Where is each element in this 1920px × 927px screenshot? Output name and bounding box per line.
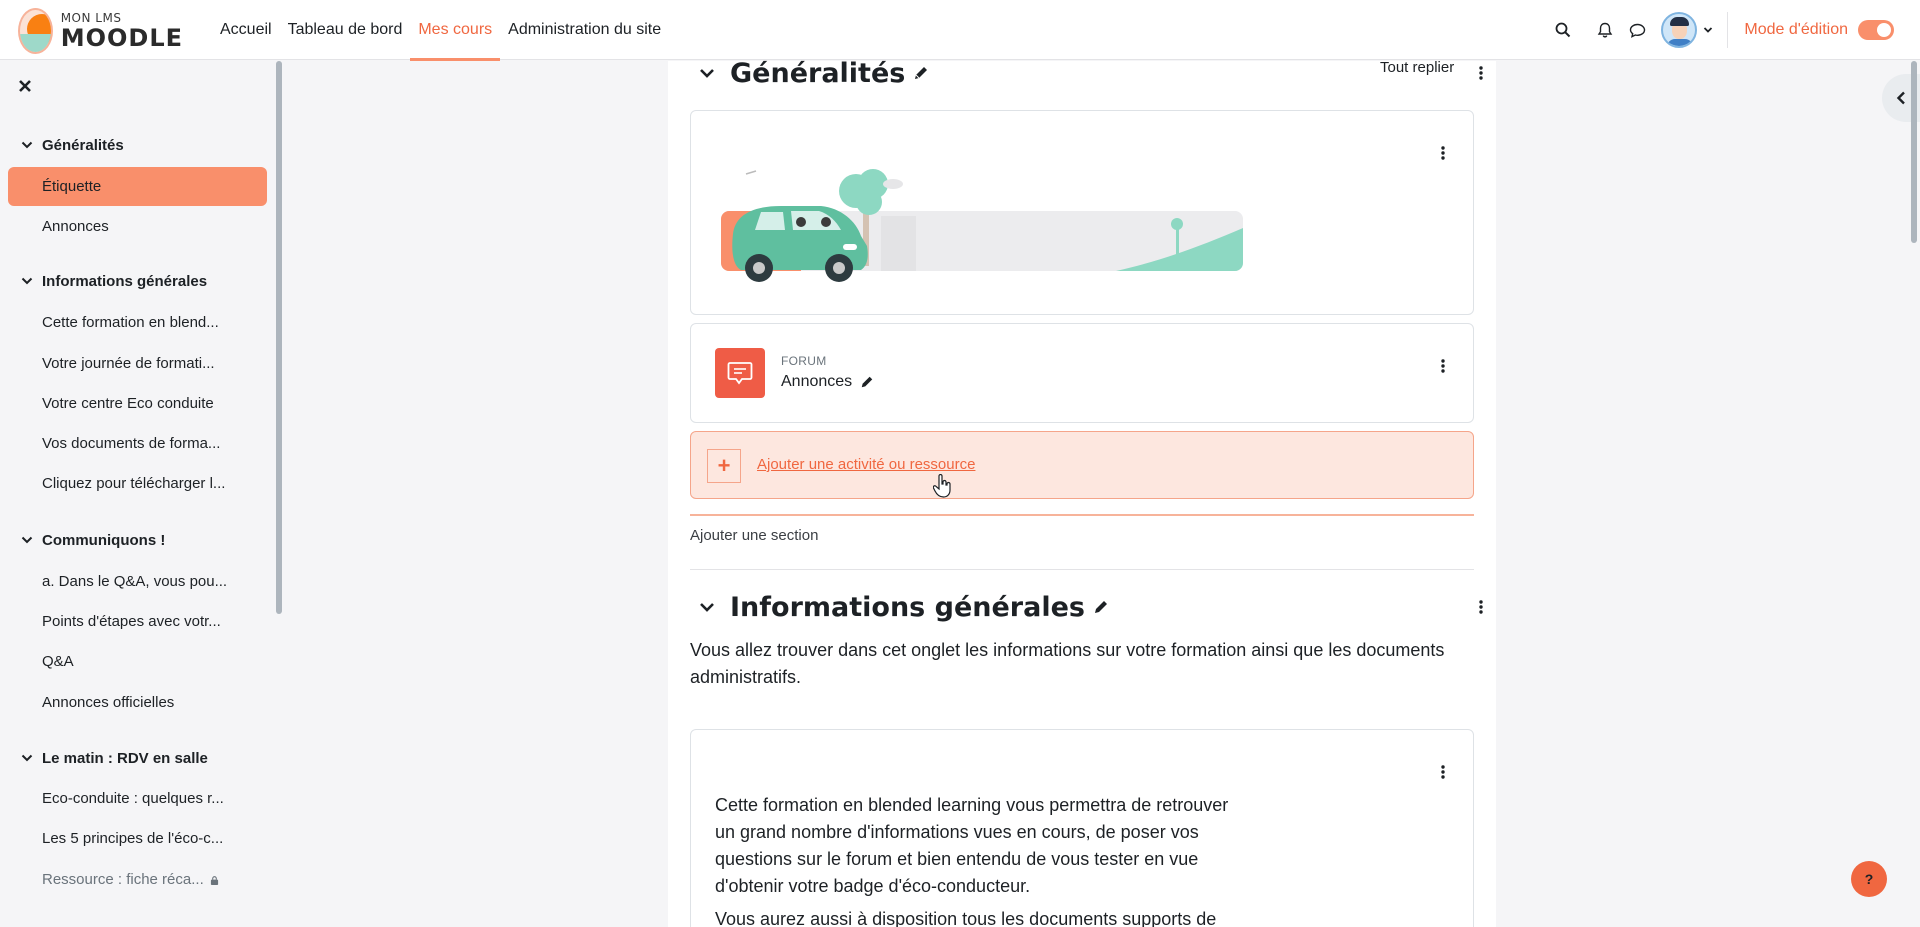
drawer-item-votre-journee[interactable]: Votre journée de formati... — [8, 344, 267, 383]
user-menu[interactable] — [1661, 12, 1713, 48]
forum-icon — [727, 362, 753, 385]
plus-icon: + — [707, 449, 741, 483]
activity-menu-button[interactable] — [1435, 358, 1451, 374]
pencil-icon[interactable] — [860, 375, 874, 389]
section-title: Généralités — [730, 57, 906, 89]
label-text-paragraph-1: Cette formation en blended learning vous… — [715, 795, 1229, 896]
drawer-item-eco-conduite[interactable]: Eco-conduite : quelques r... — [8, 779, 267, 818]
add-activity-link[interactable]: Ajouter une activité ou ressource — [757, 456, 975, 473]
label-activity-card — [690, 110, 1474, 315]
avatar — [1661, 12, 1698, 48]
page-scrollbar[interactable] — [1911, 61, 1917, 243]
kebab-icon — [1479, 66, 1483, 80]
logo-line1: MON LMS — [60, 11, 122, 25]
course-content: Généralités Tout replier FORUM Annonces … — [668, 58, 1498, 927]
edit-mode-toggle[interactable] — [1858, 20, 1894, 40]
nav-home[interactable]: Accueil — [212, 0, 280, 60]
chevron-down-icon[interactable] — [698, 598, 716, 616]
activity-menu-button[interactable] — [1435, 764, 1451, 780]
drawer-item-qa-dans[interactable]: a. Dans le Q&A, vous pou... — [8, 562, 267, 601]
drawer-item-5-principes[interactable]: Les 5 principes de l'éco-c... — [8, 819, 267, 858]
drawer-item-cette-formation[interactable]: Cette formation en blend... — [8, 303, 267, 342]
drawer-item-ressource-fiche[interactable]: Ressource : fiche réca... — [8, 860, 267, 899]
chat-bubble-icon — [1629, 23, 1646, 38]
pencil-icon[interactable] — [913, 65, 929, 81]
chevron-down-icon — [21, 754, 33, 762]
primary-navigation: Accueil Tableau de bord Mes cours Admini… — [212, 0, 669, 61]
chevron-left-icon — [1896, 91, 1905, 105]
section-menu-button[interactable] — [1473, 65, 1489, 81]
bell-icon — [1598, 22, 1613, 37]
chevron-down-icon[interactable] — [698, 64, 716, 82]
drawer-item-etiquette[interactable]: Étiquette — [8, 167, 267, 206]
chevron-down-icon — [21, 141, 33, 149]
drawer-section-informations[interactable]: Informations générales — [20, 269, 207, 293]
site-logo[interactable]: MON LMS MOODLE — [18, 8, 183, 54]
search-button[interactable] — [1547, 0, 1579, 60]
section-header-generalites: Généralités Tout replier — [698, 55, 1498, 91]
chevron-down-icon — [21, 536, 33, 544]
chevron-down-icon — [21, 277, 33, 285]
drawer-item-qa[interactable]: Q&A — [8, 642, 267, 681]
add-activity-button[interactable]: + Ajouter une activité ou ressource — [690, 431, 1474, 499]
edit-mode-label: Mode d'édition — [1744, 21, 1848, 38]
kebab-icon — [1441, 765, 1445, 779]
pencil-icon[interactable] — [1093, 599, 1109, 615]
nav-dashboard[interactable]: Tableau de bord — [280, 0, 411, 60]
kebab-icon — [1441, 146, 1445, 160]
label-text-paragraph-2: Vous aurez aussi à disposition tous les … — [715, 909, 1217, 927]
nav-my-courses[interactable]: Mes cours — [410, 0, 500, 61]
drawer-section-communiquons[interactable]: Communiquons ! — [20, 528, 165, 552]
collapse-all-link[interactable]: Tout replier — [1380, 59, 1454, 76]
logo-line2: MOODLE — [60, 24, 183, 52]
top-navbar: MON LMS MOODLE Accueil Tableau de bord M… — [0, 0, 1920, 61]
activity-menu-button[interactable] — [1435, 145, 1451, 161]
logo-emblem — [18, 8, 53, 54]
kebab-icon — [1479, 600, 1483, 614]
close-drawer-button[interactable] — [18, 79, 34, 95]
nav-site-admin[interactable]: Administration du site — [500, 0, 669, 60]
text-activity-card: Cette formation en blended learning vous… — [690, 729, 1474, 927]
notifications-button[interactable] — [1589, 0, 1621, 60]
drawer-item-documents[interactable]: Vos documents de forma... — [8, 424, 267, 463]
drawer-item-points-etapes[interactable]: Points d'étapes avec votr... — [8, 602, 267, 641]
edit-mode-switch[interactable]: Mode d'édition — [1744, 20, 1894, 40]
drawer-scrollbar[interactable] — [276, 61, 282, 614]
section-header-informations: Informations générales — [698, 589, 1498, 625]
kebab-icon — [1441, 359, 1445, 373]
lock-icon — [210, 876, 218, 885]
drawer-section-matin[interactable]: Le matin : RDV en salle — [20, 746, 208, 770]
messages-button[interactable] — [1621, 0, 1653, 60]
drawer-item-annonces-officielles[interactable]: Annonces officielles — [8, 683, 267, 722]
add-section-link[interactable]: Ajouter une section — [690, 527, 818, 544]
help-button[interactable]: ? — [1851, 861, 1887, 897]
hand-cursor-icon — [933, 474, 951, 498]
section-title: Informations générales — [730, 591, 1085, 623]
drawer-item-centre-eco[interactable]: Votre centre Eco conduite — [8, 384, 267, 423]
drawer-item-telecharger[interactable]: Cliquez pour télécharger l... — [8, 464, 267, 503]
activity-name-link[interactable]: Annonces — [781, 373, 874, 391]
forum-activity-icon — [715, 348, 765, 398]
banner-illustration — [721, 169, 1243, 282]
section-summary: Vous allez trouver dans cet onglet les i… — [690, 640, 1445, 687]
search-icon — [1556, 22, 1571, 38]
drawer-item-annonces[interactable]: Annonces — [8, 207, 267, 246]
chevron-down-icon — [1704, 27, 1713, 33]
drawer-section-generalites[interactable]: Généralités — [20, 133, 124, 157]
section-menu-button[interactable] — [1473, 599, 1489, 615]
close-icon — [19, 80, 31, 92]
activity-type-label: FORUM — [781, 354, 827, 368]
forum-activity-card[interactable]: FORUM Annonces — [690, 323, 1474, 423]
course-index-drawer: Généralités Étiquette Annonces Informati… — [0, 61, 286, 927]
